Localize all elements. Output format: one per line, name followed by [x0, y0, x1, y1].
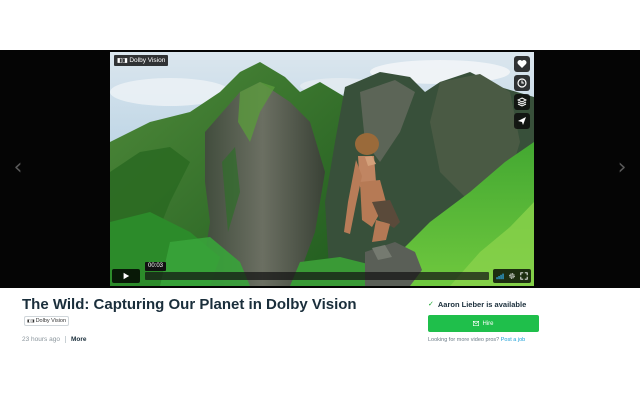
video-meta: The Wild: Capturing Our Planet in Dolby …: [22, 296, 402, 343]
side-actions: [514, 56, 530, 129]
watch-later-button[interactable]: [514, 75, 530, 91]
dolby-logo-icon: ◧◨: [117, 57, 128, 64]
collections-button[interactable]: [514, 94, 530, 110]
like-button[interactable]: [514, 56, 530, 72]
video-title-block: The Wild: Capturing Our Planet in Dolby …: [22, 296, 402, 332]
dolby-logo-icon: ◧◨: [27, 318, 35, 324]
availability-status: ✓ Aaron Lieber is available: [428, 298, 543, 310]
upload-time: 23 hours ago: [22, 336, 60, 343]
progress-bar[interactable]: 00:03: [145, 262, 489, 280]
previous-video-arrow[interactable]: ‹: [10, 157, 26, 179]
video-title: The Wild: Capturing Our Planet in Dolby …: [22, 296, 357, 313]
control-bar: 00:03: [112, 262, 531, 283]
current-time: 00:03: [145, 262, 167, 271]
settings-button[interactable]: [508, 272, 516, 280]
hire-button-label: Hire: [482, 320, 494, 327]
looking-for-pros: Looking for more video pros? Post a job: [428, 337, 543, 343]
heart-icon: [517, 60, 527, 68]
video-player[interactable]: ◧◨ Dolby Vision 00:03: [110, 52, 534, 286]
title-dolby-badge: ◧◨ Dolby Vision: [24, 316, 70, 327]
share-button[interactable]: [514, 113, 530, 129]
play-icon: [123, 272, 130, 280]
fullscreen-button[interactable]: [520, 272, 528, 280]
divider: [64, 336, 66, 343]
video-subline: 23 hours ago More: [22, 336, 402, 343]
fullscreen-icon: [520, 272, 528, 280]
mail-icon: [473, 321, 480, 326]
more-link[interactable]: More: [71, 336, 87, 343]
title-dolby-label: Dolby Vision: [35, 318, 67, 325]
hire-button[interactable]: Hire: [428, 315, 539, 332]
next-video-arrow[interactable]: ›: [614, 157, 630, 179]
page: ‹ › ◧◨ Dolby Vision 00:03 The Wild: Capt…: [0, 0, 640, 400]
gear-icon: [509, 273, 515, 279]
check-icon: ✓: [428, 300, 434, 308]
volume-bars-icon: [496, 273, 504, 280]
layers-icon: [517, 97, 527, 107]
play-button[interactable]: [112, 269, 140, 283]
player-band: ‹ › ◧◨ Dolby Vision 00:03: [0, 50, 640, 288]
volume-button[interactable]: [496, 272, 504, 280]
availability-text: Aaron Lieber is available: [437, 299, 527, 309]
clock-icon: [517, 78, 527, 88]
hire-panel: ✓ Aaron Lieber is available Hire Looking…: [428, 298, 543, 343]
top-whitespace: [0, 0, 640, 50]
looking-text: Looking for more video pros?: [428, 337, 500, 343]
video-frame: [110, 52, 534, 286]
dolby-vision-label: Dolby Vision: [129, 57, 166, 64]
player-settings-group: [493, 269, 531, 283]
send-icon: [518, 117, 526, 125]
post-job-link[interactable]: Post a job: [501, 337, 525, 343]
dolby-vision-badge: ◧◨ Dolby Vision: [114, 55, 169, 66]
